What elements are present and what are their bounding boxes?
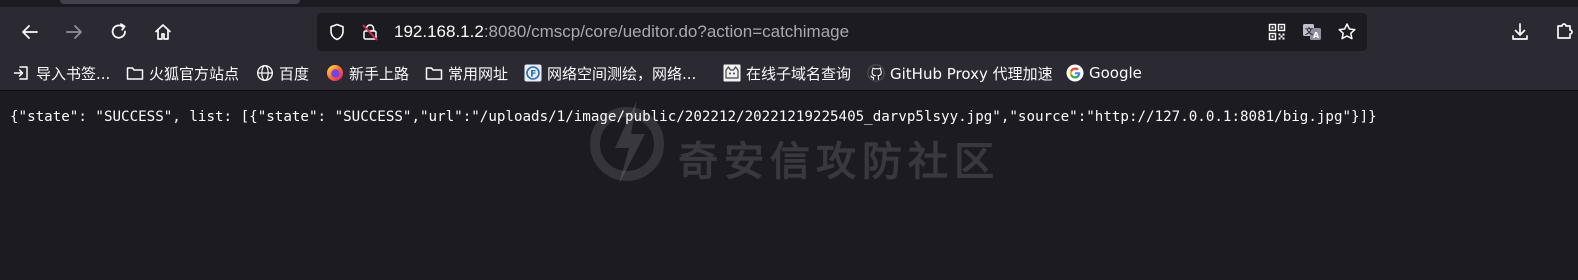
navigation-toolbar: 192.168.1.2:8080/cmscp/core/ueditor.do?a… bbox=[0, 7, 1578, 57]
active-tab[interactable] bbox=[60, 0, 300, 4]
bookmark-label: 导入书签... bbox=[36, 64, 111, 83]
bookmark-google[interactable]: Google bbox=[1066, 62, 1142, 84]
bookmark-import[interactable]: 导入书签... bbox=[13, 62, 110, 84]
bookmark-getting-started[interactable]: 新手上路 bbox=[326, 62, 409, 84]
url-text[interactable]: 192.168.1.2:8080/cmscp/core/ueditor.do?a… bbox=[394, 21, 849, 43]
bookmark-subdomain-lookup[interactable]: 在线子域名查询 bbox=[723, 62, 851, 84]
back-button[interactable] bbox=[12, 14, 48, 50]
import-icon bbox=[13, 64, 31, 82]
bookmark-label: 网络空间测绘，网络... bbox=[547, 64, 697, 83]
bookmark-star-icon[interactable] bbox=[1337, 22, 1357, 42]
svg-text:F: F bbox=[530, 70, 536, 80]
svg-text:A: A bbox=[1313, 31, 1320, 40]
forward-icon bbox=[66, 25, 82, 39]
bookmark-folder-firefox-sites[interactable]: 火狐官方站点 bbox=[126, 62, 239, 84]
download-icon bbox=[1512, 23, 1528, 40]
bookmark-label: 常用网址 bbox=[448, 64, 509, 83]
bookmark-label: 火狐官方站点 bbox=[149, 64, 240, 83]
translate-icon[interactable]: 文 A bbox=[1302, 22, 1322, 42]
home-button[interactable] bbox=[145, 14, 181, 50]
fofa-icon: F bbox=[524, 64, 542, 82]
cat-icon bbox=[723, 64, 741, 82]
bookmark-fofa[interactable]: F 网络空间测绘，网络... bbox=[524, 62, 696, 84]
url-path: :8080/cmscp/core/ueditor.do?action=catch… bbox=[483, 22, 850, 41]
bookmark-label: 百度 bbox=[279, 64, 310, 83]
folder-icon bbox=[126, 64, 144, 82]
bookmark-github-proxy[interactable]: GitHub Proxy 代理加速 bbox=[867, 62, 1053, 84]
folder-icon bbox=[425, 64, 443, 82]
reload-icon bbox=[111, 23, 126, 39]
bookmark-label: GitHub Proxy 代理加速 bbox=[890, 64, 1053, 83]
url-bar[interactable]: 192.168.1.2:8080/cmscp/core/ueditor.do?a… bbox=[317, 13, 1367, 51]
qr-code-icon[interactable] bbox=[1267, 22, 1287, 42]
reload-button[interactable] bbox=[101, 14, 137, 50]
bookmark-baidu[interactable]: 百度 bbox=[256, 62, 309, 84]
downloads-button[interactable] bbox=[1502, 14, 1538, 50]
shield-icon[interactable] bbox=[327, 22, 347, 42]
github-icon bbox=[867, 64, 885, 82]
bookmark-label: 新手上路 bbox=[349, 64, 410, 83]
insecure-lock-icon[interactable] bbox=[360, 22, 380, 42]
response-body: {"state": "SUCCESS", list: [{"state": "S… bbox=[10, 109, 1377, 125]
bookmark-label: 在线子域名查询 bbox=[746, 64, 852, 83]
firefox-icon bbox=[326, 64, 344, 82]
globe-icon bbox=[256, 64, 274, 82]
bookmark-label: Google bbox=[1089, 64, 1142, 82]
extensions-button[interactable] bbox=[1546, 14, 1578, 50]
google-icon bbox=[1066, 64, 1084, 82]
tab-strip bbox=[0, 0, 1578, 7]
back-icon bbox=[22, 25, 38, 39]
url-host: 192.168.1.2 bbox=[394, 22, 484, 41]
bookmark-folder-common-sites[interactable]: 常用网址 bbox=[425, 62, 508, 84]
home-icon bbox=[155, 24, 171, 40]
watermark-text: 奇安信攻防社区 bbox=[678, 139, 1000, 185]
page-content: 奇安信攻防社区 {"state": "SUCCESS", list: [{"st… bbox=[0, 91, 1578, 280]
forward-button[interactable] bbox=[56, 14, 92, 50]
puzzle-icon bbox=[1557, 23, 1573, 39]
bookmarks-toolbar: 导入书签... 火狐官方站点 百度 新手上路 常用网址 F 网络空间测绘，网络.… bbox=[0, 57, 1578, 91]
